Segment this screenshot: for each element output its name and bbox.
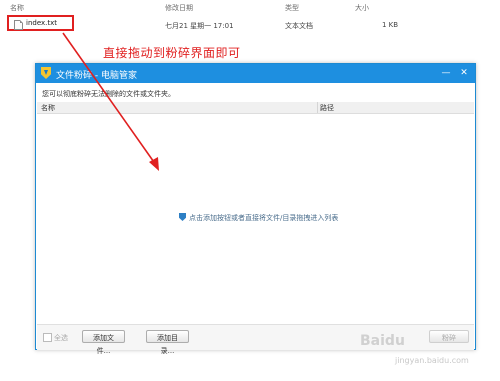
baidu-watermark: Baidu [360,333,405,349]
drag-arrow [62,32,159,171]
watermark-url: jingyan.baidu.com [395,356,469,365]
